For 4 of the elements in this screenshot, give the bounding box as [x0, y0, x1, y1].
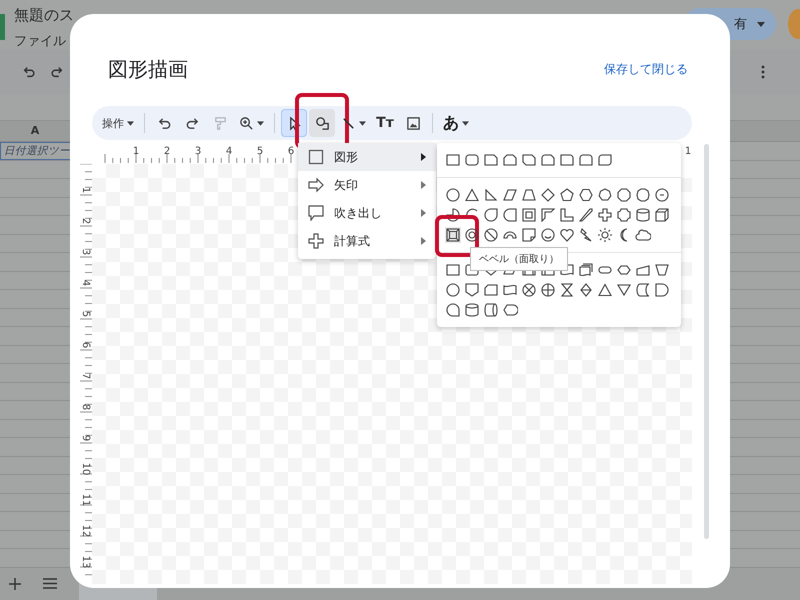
tooltip: ベベル（面取り） [470, 247, 568, 271]
vertical-ruler: 1 2 3 4 5 6 7 8 9 10 11 12 13 [78, 164, 92, 584]
document-title: 無題のス [14, 6, 74, 24]
dialog-title: 図形描画 [108, 56, 188, 82]
